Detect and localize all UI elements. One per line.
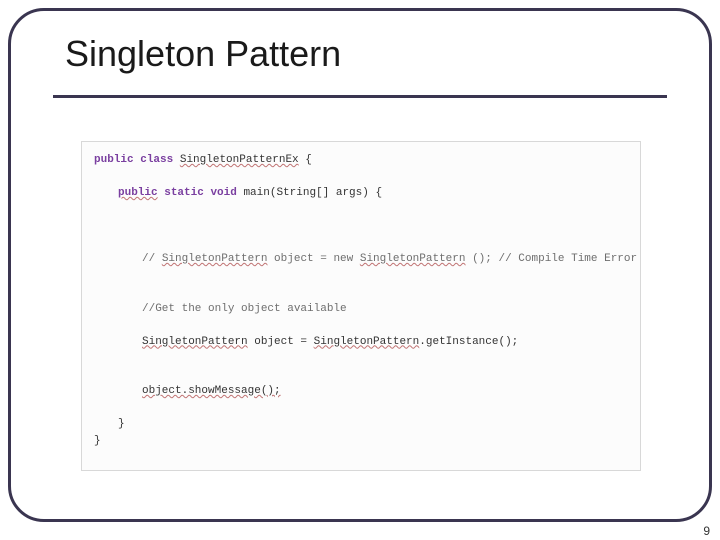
code-line: } xyxy=(94,433,628,450)
code-text: .getInstance(); xyxy=(419,336,518,348)
keyword: public xyxy=(94,154,134,166)
code-line xyxy=(94,284,628,301)
code-line xyxy=(94,268,628,285)
comment: SingletonPattern xyxy=(162,253,268,265)
code-line xyxy=(94,169,628,186)
code-line xyxy=(94,202,628,219)
code-line xyxy=(94,218,628,235)
code-line xyxy=(94,400,628,417)
keyword: void xyxy=(210,187,236,199)
code-line xyxy=(94,350,628,367)
code-text: SingletonPattern xyxy=(142,336,248,348)
code-line: SingletonPattern object = SingletonPatte… xyxy=(94,334,628,351)
code-line: object.showMessage(); xyxy=(94,383,628,400)
code-line: //Get the only object available xyxy=(94,301,628,318)
keyword: public xyxy=(118,187,158,199)
code-line xyxy=(94,367,628,384)
code-line xyxy=(94,317,628,334)
code-line xyxy=(94,235,628,252)
keyword: static xyxy=(164,187,204,199)
comment: // xyxy=(142,253,162,265)
code-line: public static void main(String[] args) { xyxy=(94,185,628,202)
title-rule xyxy=(53,95,667,98)
slide-title: Singleton Pattern xyxy=(65,33,341,75)
code-text: { xyxy=(299,154,312,166)
code-block: public class SingletonPatternEx { public… xyxy=(81,141,641,471)
comment: object = new xyxy=(267,253,359,265)
code-line: public class SingletonPatternEx { xyxy=(94,152,628,169)
keyword: class xyxy=(140,154,173,166)
slide-frame: Singleton Pattern public class Singleton… xyxy=(8,8,712,522)
class-name: SingletonPatternEx xyxy=(180,154,299,166)
code-text: SingletonPattern xyxy=(314,336,420,348)
slide: Singleton Pattern public class Singleton… xyxy=(0,0,720,540)
comment: (); // Compile Time Error xyxy=(465,253,637,265)
code-text: main(String[] args) { xyxy=(237,187,382,199)
comment: SingletonPattern xyxy=(360,253,466,265)
page-number: 9 xyxy=(703,524,710,538)
code-line: } xyxy=(94,416,628,433)
code-text: object = xyxy=(248,336,314,348)
code-line: // SingletonPattern object = new Singlet… xyxy=(94,251,628,268)
